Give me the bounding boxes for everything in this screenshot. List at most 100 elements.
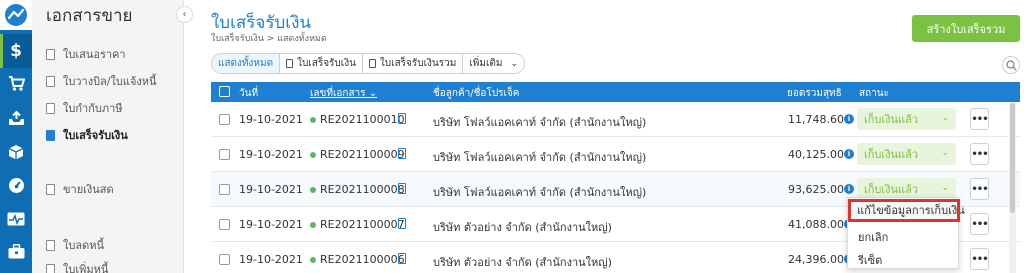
rail-inbox-button[interactable] — [0, 104, 32, 138]
row-more-button[interactable]: ••• — [970, 213, 989, 235]
status-dot — [310, 187, 316, 193]
row-amount: 93,625.00 — [788, 183, 844, 196]
row-more-button[interactable]: ••• — [970, 143, 989, 165]
info-icon[interactable]: i — [844, 184, 854, 194]
column-status[interactable]: สถานะ — [859, 86, 889, 101]
rail-gauge-button[interactable] — [0, 171, 32, 205]
row-customer: บริษัท ตัวอย่าง จำกัด (สำนักงานใหญ่) — [433, 256, 612, 269]
sidebar-item-quotation[interactable]: ใบเสนอราคา — [46, 45, 126, 63]
filter-combined-receipt[interactable]: ใบเสร็จรับเงินรวม — [363, 54, 464, 73]
box-icon — [8, 144, 24, 165]
select-all-checkbox[interactable] — [219, 86, 230, 97]
status-dot — [310, 222, 316, 228]
rail-box-button[interactable] — [0, 137, 32, 171]
status-dot — [310, 117, 316, 123]
section-title: เอกสารขาย — [46, 6, 133, 26]
filter-more-dropdown[interactable]: เพิ่มเติม ⌄ — [463, 54, 524, 73]
row-doc-no[interactable]: RE2021100010 — [320, 113, 405, 126]
row-more-button[interactable]: ••• — [970, 248, 989, 270]
row-doc-no[interactable]: RE2021100007 — [320, 218, 405, 231]
sidebar-item-receipt[interactable]: ใบเสร็จรับเงิน — [46, 126, 128, 144]
breadcrumb[interactable]: ใบเสร็จรับเงิน > แสดงทั้งหมด — [211, 31, 327, 45]
gauge-icon — [8, 177, 25, 199]
row-date: 19-10-2021 — [239, 253, 303, 266]
rail-pulse-button[interactable] — [0, 204, 32, 238]
row-checkbox[interactable] — [219, 254, 230, 265]
column-date[interactable]: วันที่ — [239, 86, 258, 101]
sub-sidebar: เอกสารขาย ใบเสนอราคา ใบวางบิล/ใบแจ้งหนี้… — [32, 0, 184, 273]
document-icon — [286, 59, 294, 68]
filter-tabs: แสดงทั้งหมด ใบเสร็จรับเงิน ใบเสร็จรับเงิ… — [211, 53, 525, 74]
document-icon — [46, 102, 55, 114]
filter-show-all[interactable]: แสดงทั้งหมด — [212, 54, 281, 73]
highlight-box — [848, 199, 960, 222]
status-dot — [310, 257, 316, 263]
document-icon — [46, 263, 55, 273]
sidebar-item-credit-note[interactable]: ใบลดหนี้ — [46, 236, 104, 254]
row-date: 19-10-2021 — [239, 183, 303, 196]
chevron-down-icon: ⌄ — [510, 58, 518, 69]
document-icon[interactable] — [398, 113, 406, 124]
search-button[interactable] — [1002, 56, 1020, 74]
info-icon[interactable]: i — [844, 149, 854, 159]
column-doc-no[interactable]: เลขที่เอกสาร ⌄ — [310, 86, 377, 101]
row-checkbox[interactable] — [219, 219, 230, 230]
chevron-down-icon: ⌄ — [941, 113, 949, 123]
pulse-icon — [7, 211, 25, 231]
row-customer: บริษัท โฟลว์แอคเคาท์ จำกัด (สำนักงานใหญ่… — [433, 116, 647, 129]
row-doc-no[interactable]: RE2021100006 — [320, 253, 405, 266]
row-customer: บริษัท โฟลว์แอคเคาท์ จำกัด (สำนักงานใหญ่… — [433, 186, 647, 199]
app-logo[interactable] — [0, 0, 32, 30]
menu-item-reset[interactable]: รีเซ็ต — [858, 251, 882, 269]
logo-icon — [5, 4, 27, 26]
document-icon — [46, 183, 55, 195]
column-customer[interactable]: ชื่อลูกค้า/ชื่อโปรเจ็ค — [433, 86, 520, 101]
copy-icon — [368, 59, 376, 68]
row-date: 19-10-2021 — [239, 148, 303, 161]
row-customer: บริษัท โฟลว์แอคเคาท์ จำกัด (สำนักงานใหญ่… — [433, 151, 647, 164]
document-icon[interactable] — [398, 148, 406, 159]
status-select[interactable]: เก็บเงินแล้ว ⌄ — [857, 108, 956, 130]
menu-item-cancel[interactable]: ยกเลิก — [858, 228, 888, 246]
briefcase-icon — [8, 244, 25, 264]
status-select[interactable]: เก็บเงินแล้ว ⌄ — [857, 143, 956, 165]
sidebar-item-billing-invoice[interactable]: ใบวางบิล/ใบแจ้งหนี้ — [46, 72, 157, 90]
row-doc-no[interactable]: RE2021100009 — [320, 148, 405, 161]
sidebar-item-debit-note[interactable]: ใบเพิ่มหนี้ — [46, 260, 108, 273]
collapse-sidebar-button[interactable]: ‹ — [176, 6, 193, 23]
row-amount: 40,125.00 — [788, 148, 844, 161]
rail-dollar-button[interactable]: $ — [0, 34, 32, 68]
document-icon[interactable] — [398, 183, 406, 194]
document-icon — [46, 129, 55, 141]
table-scrollbar-thumb[interactable] — [1010, 103, 1015, 213]
row-amount: 41,088.00 — [788, 218, 844, 231]
document-icon[interactable] — [398, 218, 406, 229]
cart-icon — [8, 76, 25, 96]
row-checkbox[interactable] — [219, 184, 230, 195]
sidebar-item-cash-sale[interactable]: ขายเงินสด — [46, 180, 114, 198]
row-amount: 11,748.60 — [788, 113, 844, 126]
inbox-icon — [8, 110, 25, 131]
row-more-button[interactable]: ••• — [970, 108, 989, 130]
rail-cart-button[interactable] — [0, 69, 32, 103]
row-checkbox[interactable] — [219, 149, 230, 160]
create-combined-receipt-button[interactable]: สร้างใบเสร็จรวม — [912, 15, 1020, 42]
info-icon[interactable]: i — [844, 114, 854, 124]
sidebar-item-tax-invoice[interactable]: ใบกำกับภาษี — [46, 99, 123, 117]
rail-briefcase-button[interactable] — [0, 237, 32, 271]
document-icon — [46, 48, 55, 60]
status-dot — [310, 152, 316, 158]
row-doc-no[interactable]: RE2021100008 — [320, 183, 405, 196]
filter-receipt[interactable]: ใบเสร็จรับเงิน — [280, 54, 363, 73]
column-net-total[interactable]: ยอดรวมสุทธิ — [787, 86, 842, 101]
row-checkbox[interactable] — [219, 114, 230, 125]
dollar-icon: $ — [10, 41, 22, 61]
row-more-button[interactable]: ••• — [970, 178, 989, 200]
search-icon — [1005, 59, 1016, 70]
document-icon — [46, 239, 55, 251]
row-date: 19-10-2021 — [239, 218, 303, 231]
table-row[interactable]: 19-10-2021 RE2021100009 บริษัท โฟลว์แอคเ… — [211, 137, 1020, 172]
row-customer: บริษัท ตัวอย่าง จำกัด (สำนักงานใหญ่) — [433, 221, 612, 234]
table-row[interactable]: 19-10-2021 RE2021100010 บริษัท โฟลว์แอคเ… — [211, 102, 1020, 137]
document-icon[interactable] — [398, 253, 406, 264]
